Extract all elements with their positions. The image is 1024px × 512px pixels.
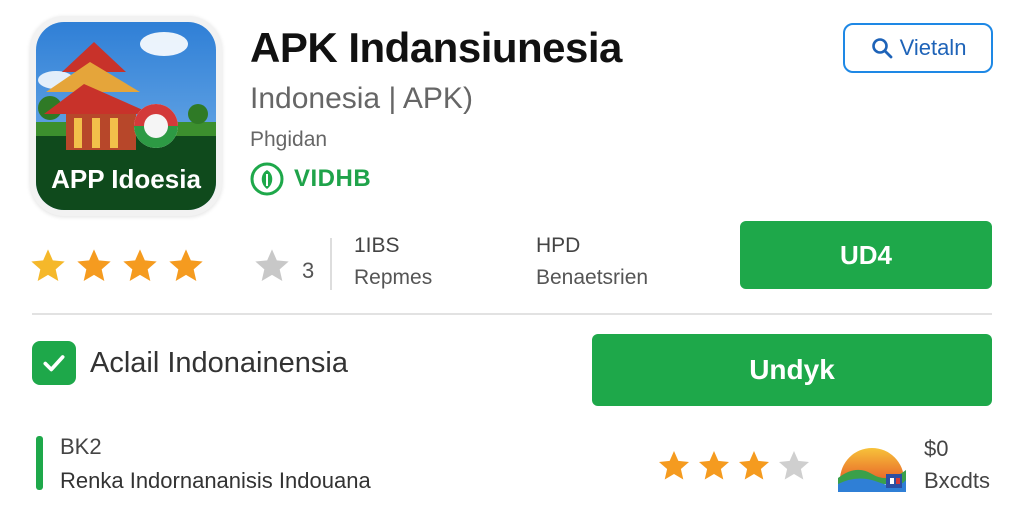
developer-name[interactable]: Phgidan	[250, 128, 327, 152]
update-button[interactable]: UD4	[740, 221, 992, 289]
star-filled-icon	[659, 451, 689, 480]
star-empty-icon	[779, 451, 809, 480]
search-label: Vietaln	[899, 35, 967, 60]
stat-value: HPD	[536, 234, 581, 257]
divider	[330, 238, 332, 290]
rating-stars	[28, 246, 292, 286]
verified-badge: VIDHB	[250, 162, 371, 196]
accent-bar	[36, 436, 43, 490]
star-filled-icon	[31, 249, 65, 281]
section-divider	[32, 313, 992, 315]
stat-block: 1IBS Repmes	[354, 234, 432, 290]
app-icon: APP Idoesia	[30, 16, 222, 216]
price-value: $0	[924, 436, 949, 461]
checkmark-icon	[43, 355, 65, 372]
landscape-icon	[838, 448, 906, 492]
small-rating-stars	[656, 448, 812, 484]
stat-value: 1IBS	[354, 234, 400, 257]
star-filled-icon	[699, 451, 729, 480]
checkbox[interactable]	[32, 341, 76, 385]
stat-label: Repmes	[354, 266, 433, 289]
checkbox-label: Aclail Indonainensia	[90, 346, 348, 379]
star-filled-icon	[739, 451, 769, 480]
star-filled-icon	[77, 249, 111, 281]
star-filled-icon	[123, 249, 157, 281]
star-empty-icon	[255, 249, 289, 281]
star-filled-icon	[169, 249, 203, 281]
stat-label: Benaetsrien	[536, 266, 649, 289]
app-icon-text: APP Idoesia	[51, 164, 201, 194]
download-button[interactable]: Undyk	[592, 334, 992, 406]
app-logo-image: APP Idoesia	[36, 22, 216, 210]
shield-leaf-icon	[250, 162, 284, 196]
search-icon	[871, 38, 892, 59]
version-label: BK2	[60, 434, 102, 459]
app-subtitle: Indonesia | APK)	[250, 82, 473, 115]
verified-label: VIDHB	[294, 165, 372, 192]
app-title: APK Indansiunesia	[250, 24, 622, 71]
checkbox-row[interactable]: Aclail Indonainensia	[32, 341, 348, 385]
description-text: Renka Indornananisis Indouana	[60, 468, 371, 493]
search-button[interactable]: Vietaln	[843, 23, 993, 73]
price-label: Bxcdts	[924, 468, 991, 493]
rating-count: 3	[302, 258, 315, 283]
stat-block: HPD Benaetsrien	[536, 234, 648, 290]
